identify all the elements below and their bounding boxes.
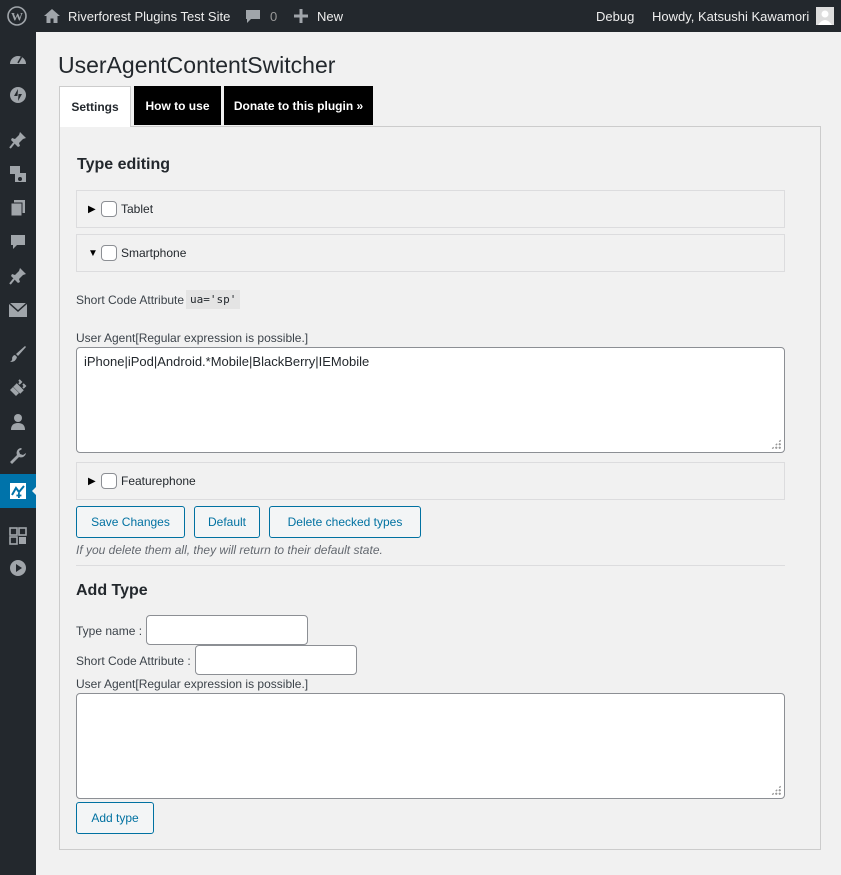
default-button[interactable]: Default xyxy=(194,506,260,538)
type-name-input[interactable] xyxy=(146,615,308,645)
tools-wrench-icon[interactable] xyxy=(0,442,36,470)
tablet-checkbox[interactable] xyxy=(101,201,117,217)
user-avatar-icon xyxy=(816,7,835,25)
admin-bar: W Riverforest Plugins Test Site 0 New De… xyxy=(0,0,841,32)
type-label: Smartphone xyxy=(121,246,187,260)
add-useragent-label: User Agent[Regular expression is possibl… xyxy=(76,677,309,691)
add-type-button[interactable]: Add type xyxy=(76,802,154,834)
mail-icon[interactable] xyxy=(0,296,36,324)
page-title: UserAgentContentSwitcher xyxy=(58,52,336,78)
play-icon[interactable] xyxy=(0,554,36,582)
appearance-brush-icon[interactable] xyxy=(0,340,36,368)
grid-icon[interactable] xyxy=(0,522,36,550)
type-row-tablet[interactable]: ▶ Tablet xyxy=(76,190,785,228)
site-name-link[interactable]: Riverforest Plugins Test Site xyxy=(44,0,230,32)
svg-text:W: W xyxy=(11,10,23,24)
tab-how-to-use[interactable]: How to use xyxy=(134,86,221,125)
add-shortcode-label: Short Code Attribute : xyxy=(76,654,191,668)
useragent-textarea[interactable]: iPhone|iPod|Android.*Mobile|BlackBerry|I… xyxy=(76,347,785,453)
dashboard-icon[interactable] xyxy=(0,46,36,74)
type-label: Featurephone xyxy=(121,474,196,488)
collapsed-triangle-icon[interactable]: ▶ xyxy=(88,476,100,487)
new-label: New xyxy=(317,8,344,24)
delete-checked-types-button[interactable]: Delete checked types xyxy=(269,506,421,538)
collapsed-triangle-icon[interactable]: ▶ xyxy=(88,204,100,215)
jetpack-icon[interactable] xyxy=(0,81,36,109)
useragent-value: iPhone|iPod|Android.*Mobile|BlackBerry|I… xyxy=(84,354,370,369)
pages-icon[interactable] xyxy=(0,194,36,222)
users-icon[interactable] xyxy=(0,408,36,436)
comments-link[interactable]: 0 xyxy=(245,0,277,32)
type-editing-heading: Type editing xyxy=(77,156,171,173)
home-icon xyxy=(44,9,60,23)
section-divider xyxy=(76,565,785,566)
admin-sidebar xyxy=(0,32,37,875)
shortcode-attribute-input[interactable] xyxy=(195,645,357,675)
debug-link[interactable]: Debug xyxy=(596,0,634,32)
plus-icon xyxy=(294,9,308,23)
comments-icon[interactable] xyxy=(0,228,36,256)
posts-pin-icon[interactable] xyxy=(0,126,36,154)
smartphone-checkbox[interactable] xyxy=(101,245,117,261)
type-name-label: Type name : xyxy=(76,624,143,638)
debug-label: Debug xyxy=(596,8,635,24)
expanded-triangle-icon[interactable]: ▼ xyxy=(88,248,100,259)
media-icon[interactable] xyxy=(0,160,36,188)
howdy-text: Howdy, Katsushi Kawamori xyxy=(652,8,810,24)
type-row-smartphone[interactable]: ▼ Smartphone xyxy=(76,234,785,272)
useragent-label: User Agent[Regular expression is possibl… xyxy=(76,331,309,345)
pin-icon[interactable] xyxy=(0,262,36,290)
site-name: Riverforest Plugins Test Site xyxy=(68,8,231,24)
comment-bubble-icon xyxy=(245,9,261,24)
resize-grip-icon[interactable] xyxy=(771,439,781,449)
save-changes-button[interactable]: Save Changes xyxy=(76,506,185,538)
new-content-link[interactable]: New xyxy=(294,0,343,32)
plugins-icon[interactable] xyxy=(0,374,36,402)
delete-note: If you delete them all, they will return… xyxy=(76,543,383,557)
tab-settings[interactable]: Settings xyxy=(59,86,131,127)
settings-switcher-icon[interactable] xyxy=(0,474,37,508)
comments-count: 0 xyxy=(270,8,278,24)
featurephone-checkbox[interactable] xyxy=(101,473,117,489)
type-row-featurephone[interactable]: ▶ Featurephone xyxy=(76,462,785,500)
shortcode-value: ua='sp' xyxy=(186,290,241,309)
add-useragent-textarea[interactable] xyxy=(76,693,785,799)
resize-grip-icon[interactable] xyxy=(771,785,781,795)
account-link[interactable]: Howdy, Katsushi Kawamori xyxy=(652,0,835,32)
shortcode-attribute-label: Short Code Attribute xyxy=(76,293,185,307)
add-type-heading: Add Type xyxy=(76,582,148,599)
type-label: Tablet xyxy=(121,202,154,216)
tab-donate[interactable]: Donate to this plugin » xyxy=(224,86,373,125)
wordpress-logo-icon[interactable]: W xyxy=(7,0,27,32)
current-menu-arrow xyxy=(32,486,37,496)
